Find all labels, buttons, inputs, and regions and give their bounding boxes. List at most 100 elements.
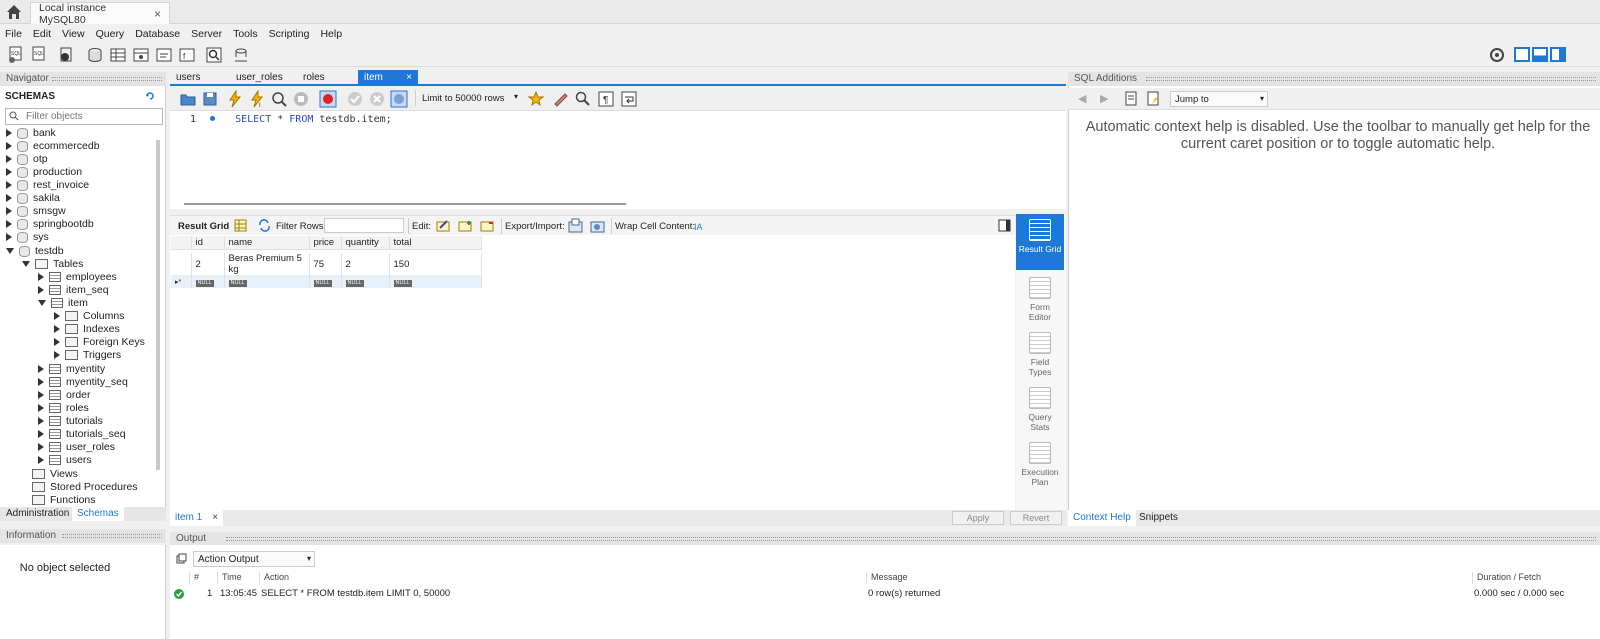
- export-icon[interactable]: [568, 218, 583, 233]
- forward-arrow-icon[interactable]: ▶: [1100, 92, 1108, 105]
- close-icon[interactable]: ×: [406, 70, 412, 86]
- expand-arrow-icon[interactable]: [38, 391, 44, 400]
- sql-line-1[interactable]: 1 SELECT * FROM testdb.item;: [190, 114, 392, 125]
- tree-table-user-roles[interactable]: user_roles: [38, 441, 115, 454]
- expand-arrow-icon[interactable]: [6, 207, 12, 216]
- tab-snippets[interactable]: Snippets: [1139, 512, 1178, 523]
- menu-scripting[interactable]: Scripting: [264, 28, 316, 40]
- filter-objects-input[interactable]: [5, 108, 163, 125]
- expand-arrow-icon[interactable]: [6, 233, 12, 242]
- stop-icon[interactable]: [292, 90, 310, 108]
- copy-icon[interactable]: [176, 553, 187, 564]
- inspector-icon[interactable]: [57, 46, 75, 64]
- new-row[interactable]: ▸* NULL NULL NULL NULL NULL: [171, 275, 482, 288]
- create-function-icon[interactable]: f: [178, 46, 196, 64]
- table-cell[interactable]: 150: [389, 253, 482, 275]
- menu-file[interactable]: File: [0, 28, 28, 40]
- invisible-chars-icon[interactable]: ¶: [597, 90, 615, 108]
- expand-arrow-icon[interactable]: [54, 351, 60, 360]
- toggle-side-panel-icon[interactable]: [998, 219, 1011, 232]
- back-arrow-icon[interactable]: ◀: [1078, 92, 1086, 105]
- expand-arrow-icon[interactable]: [54, 325, 60, 334]
- expand-arrow-icon[interactable]: [38, 417, 44, 426]
- result-table[interactable]: id name price quantity total 2 Beras Pre…: [171, 236, 482, 288]
- table-cell[interactable]: NULL: [191, 275, 225, 288]
- output-type-select[interactable]: Action Output ▾: [193, 551, 315, 567]
- tree-table-roles[interactable]: roles: [38, 402, 89, 415]
- tree-schema-rest-invoice[interactable]: rest_invoice: [6, 179, 89, 192]
- close-icon[interactable]: ×: [154, 7, 161, 21]
- menu-server[interactable]: Server: [186, 28, 228, 40]
- table-cell[interactable]: NULL: [389, 275, 482, 288]
- revert-button[interactable]: Revert: [1010, 511, 1062, 525]
- reconnect-icon[interactable]: [232, 46, 250, 64]
- table-cell[interactable]: 2: [341, 253, 390, 275]
- toggle-secondary-sidebar-icon[interactable]: [1550, 47, 1566, 62]
- menu-database[interactable]: Database: [130, 28, 186, 40]
- tab-user-roles[interactable]: user_roles: [230, 70, 289, 86]
- tree-views-folder[interactable]: Views: [32, 468, 78, 481]
- expand-arrow-icon[interactable]: [6, 129, 12, 138]
- query-stats-button[interactable]: Query Stats: [1024, 387, 1056, 432]
- column-header-total[interactable]: total: [389, 236, 482, 250]
- tree-procedures-folder[interactable]: Stored Procedures: [32, 481, 138, 494]
- create-table-icon[interactable]: [109, 46, 127, 64]
- expand-arrow-icon[interactable]: [6, 168, 12, 177]
- expand-arrow-icon[interactable]: [38, 430, 44, 439]
- open-sql-script-icon[interactable]: SQL: [30, 46, 48, 64]
- collapse-arrow-icon[interactable]: [38, 300, 46, 307]
- tab-administration[interactable]: Administration: [6, 508, 69, 519]
- expand-arrow-icon[interactable]: [38, 273, 44, 282]
- expand-arrow-icon[interactable]: [6, 142, 12, 151]
- find-icon[interactable]: [574, 90, 592, 108]
- tree-schema-bank[interactable]: bank: [6, 127, 56, 140]
- expand-arrow-icon[interactable]: [38, 443, 44, 452]
- expand-arrow-icon[interactable]: [6, 194, 12, 203]
- column-header-price[interactable]: price: [309, 236, 342, 250]
- auto-commit-icon[interactable]: [390, 90, 408, 108]
- sql-editor[interactable]: [170, 111, 1066, 209]
- menu-help[interactable]: Help: [315, 28, 348, 40]
- table-cell[interactable]: 75: [309, 253, 342, 275]
- toggle-sidebar-icon[interactable]: [1514, 47, 1530, 62]
- tree-schema-ecommercedb[interactable]: ecommercedb: [6, 140, 100, 153]
- menu-view[interactable]: View: [57, 28, 91, 40]
- tree-item-indexes[interactable]: Indexes: [54, 323, 120, 336]
- settings-gear-icon[interactable]: [1488, 46, 1506, 64]
- create-schema-icon[interactable]: [86, 46, 104, 64]
- expand-arrow-icon[interactable]: [6, 181, 12, 190]
- table-cell[interactable]: NULL: [341, 275, 390, 288]
- explain-icon[interactable]: [270, 90, 288, 108]
- collapse-arrow-icon[interactable]: [22, 261, 30, 268]
- tree-functions-folder[interactable]: Functions: [32, 494, 96, 507]
- tree-item-columns[interactable]: Columns: [54, 310, 124, 323]
- expand-arrow-icon[interactable]: [38, 365, 44, 374]
- table-cell[interactable]: NULL: [309, 275, 342, 288]
- tree-schema-sys[interactable]: sys: [6, 231, 49, 244]
- commit-icon[interactable]: [346, 90, 364, 108]
- expand-arrow-icon[interactable]: [38, 378, 44, 387]
- output-row-action[interactable]: SELECT * FROM testdb.item LIMIT 0, 50000: [261, 588, 450, 599]
- tree-schema-production[interactable]: production: [6, 166, 82, 179]
- apply-button[interactable]: Apply: [952, 511, 1004, 525]
- field-types-button[interactable]: Field Types: [1024, 332, 1056, 377]
- execute-icon[interactable]: [226, 90, 244, 108]
- column-header-name[interactable]: name: [224, 236, 310, 250]
- delete-row-icon[interactable]: [480, 219, 494, 232]
- refresh-icon[interactable]: [145, 91, 155, 101]
- refresh-rows-icon[interactable]: [258, 219, 271, 232]
- close-icon[interactable]: ×: [212, 512, 218, 523]
- tree-schema-springbootdb[interactable]: springbootdb: [6, 218, 94, 231]
- manual-help-icon[interactable]: [1124, 91, 1139, 106]
- wrap-cell-icon[interactable]: IA: [694, 220, 706, 232]
- expand-arrow-icon[interactable]: [6, 155, 12, 164]
- tree-item-triggers[interactable]: Triggers: [54, 349, 121, 362]
- auto-help-icon[interactable]: [1146, 91, 1161, 106]
- tree-schema-testdb[interactable]: testdb: [6, 245, 64, 258]
- tree-table-myentity-seq[interactable]: myentity_seq: [38, 376, 128, 389]
- tree-schema-sakila[interactable]: sakila: [6, 192, 60, 205]
- beautify-icon[interactable]: [552, 90, 570, 108]
- toggle-output-icon[interactable]: [1532, 47, 1548, 62]
- save-icon[interactable]: [201, 90, 219, 108]
- table-cell[interactable]: NULL: [224, 275, 310, 288]
